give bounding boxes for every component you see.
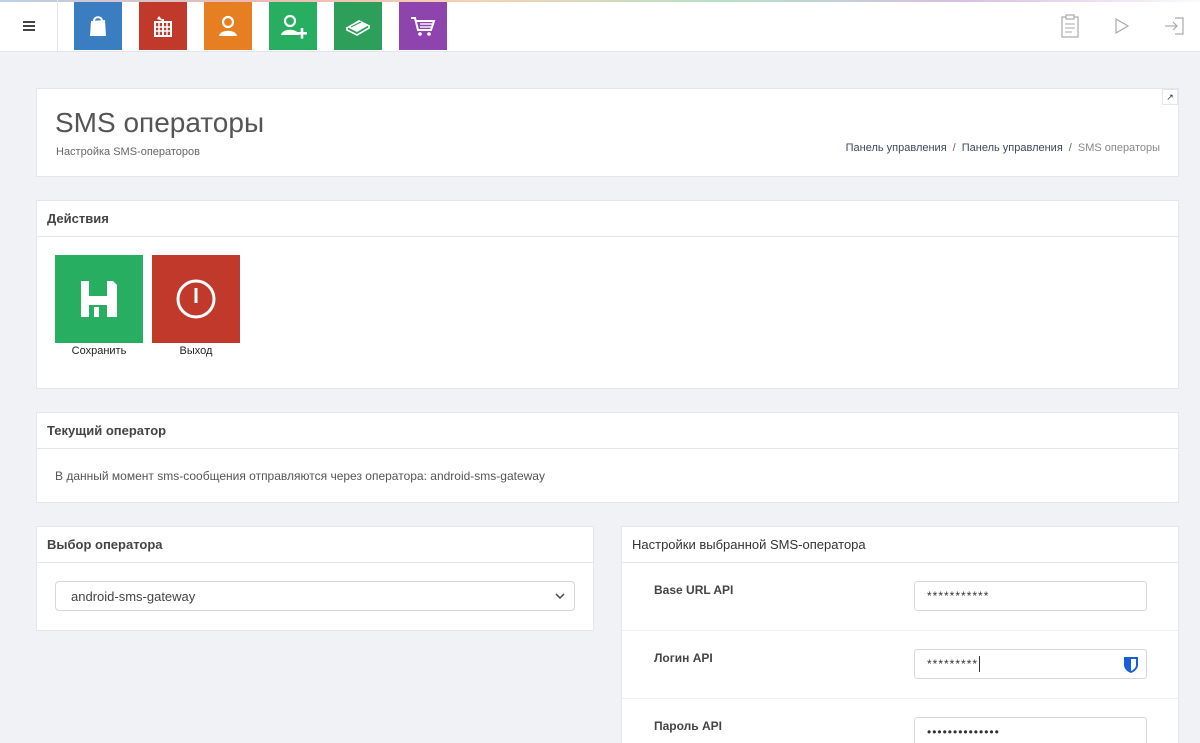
logout-button[interactable] — [1148, 0, 1200, 52]
menu-toggle-button[interactable] — [0, 0, 58, 52]
login-input[interactable]: ********* — [914, 649, 1147, 679]
cart-icon — [411, 17, 436, 36]
gift-icon — [154, 16, 172, 37]
app-tile-book[interactable] — [334, 2, 382, 50]
save-tile — [55, 255, 143, 343]
app-tile-cart[interactable] — [399, 2, 447, 50]
operator-select-value: android-sms-gateway — [71, 588, 196, 604]
app-tile-shop[interactable] — [74, 2, 122, 50]
password-manager-shield-icon[interactable] — [1123, 656, 1139, 674]
page-subtitle: Настройка SMS-операторов — [56, 146, 201, 158]
clipboard-button[interactable] — [1044, 0, 1096, 52]
login-label: Логин API — [654, 651, 713, 665]
save-label: Сохранить — [71, 345, 127, 357]
operator-select-panel: Выбор оператора android-sms-gateway — [36, 526, 594, 631]
base-url-input[interactable]: *********** — [914, 581, 1147, 611]
operator-settings-title: Настройки выбранной SMS-оператора — [622, 527, 1178, 563]
expand-arrow-icon: ↗ — [1166, 91, 1174, 102]
current-operator-title: Текущий оператор — [37, 413, 1178, 449]
floppy-disk-icon — [81, 281, 117, 317]
chevron-down-icon — [555, 593, 565, 600]
breadcrumb-current: SMS операторы — [1077, 142, 1160, 154]
login-value: ********* — [927, 657, 979, 671]
password-label: Пароль API — [654, 719, 722, 733]
operator-select[interactable]: android-sms-gateway — [55, 581, 575, 611]
text-caret — [979, 656, 981, 672]
operator-settings-panel: Настройки выбранной SMS-оператора Base U… — [621, 526, 1179, 743]
current-operator-text: В данный момент sms-сообщения отправляют… — [55, 469, 545, 483]
expand-button[interactable]: ↗ — [1162, 89, 1178, 105]
app-launcher — [74, 2, 464, 50]
logout-icon — [1165, 17, 1184, 35]
setting-row-login: Логин API ********* — [622, 631, 1178, 699]
exit-button[interactable]: Выход — [152, 255, 240, 357]
actions-panel: Действия Сохранить Выход — [36, 200, 1179, 389]
password-value: •••••••••••••• — [927, 725, 1000, 739]
breadcrumb: Панель управления / Панель управления / … — [846, 142, 1160, 154]
breadcrumb-item[interactable]: Панель управления — [962, 142, 1063, 154]
save-button[interactable]: Сохранить — [55, 255, 143, 357]
exit-label: Выход — [179, 345, 213, 357]
app-tile-user[interactable] — [204, 2, 252, 50]
base-url-label: Base URL API — [654, 583, 734, 597]
exit-tile — [152, 255, 240, 343]
breadcrumb-item[interactable]: Панель управления — [846, 142, 947, 154]
hamburger-icon — [22, 21, 35, 31]
actions-panel-title: Действия — [37, 201, 1178, 237]
power-icon — [176, 279, 216, 319]
base-url-value: *********** — [927, 589, 990, 603]
operator-select-title: Выбор оператора — [37, 527, 593, 563]
clipboard-icon — [1061, 14, 1079, 38]
password-input[interactable]: •••••••••••••• — [914, 717, 1147, 743]
top-toolbar — [0, 0, 1200, 52]
setting-row-password: Пароль API •••••••••••••• — [622, 699, 1178, 743]
page-title: SMS операторы — [55, 107, 265, 138]
app-tile-gift[interactable] — [139, 2, 187, 50]
play-icon — [1115, 17, 1130, 35]
breadcrumb-separator: / — [1068, 142, 1072, 154]
add-user-icon — [281, 14, 307, 39]
shopping-bag-icon — [90, 16, 106, 36]
user-icon — [219, 15, 237, 36]
app-tile-add-user[interactable] — [269, 2, 317, 50]
setting-row-base-url: Base URL API *********** — [622, 563, 1178, 631]
play-button[interactable] — [1096, 0, 1148, 52]
current-operator-panel: Текущий оператор В данный момент sms-соо… — [36, 412, 1179, 503]
book-icon — [346, 20, 370, 36]
page-header-panel: SMS операторы Настройка SMS-операторов П… — [36, 88, 1179, 177]
breadcrumb-separator: / — [952, 142, 956, 154]
right-tools — [1044, 0, 1200, 52]
